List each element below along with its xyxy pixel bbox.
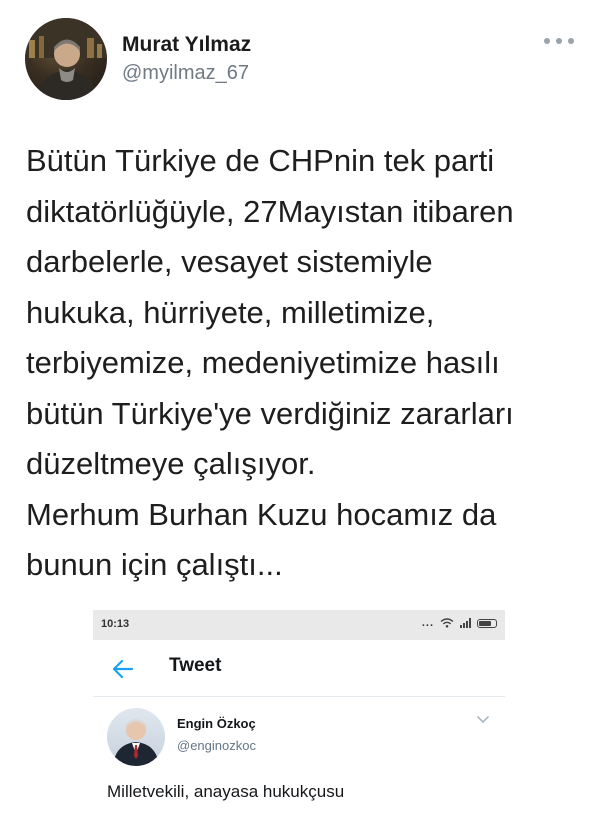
- chevron-down-icon[interactable]: [477, 716, 489, 724]
- quoted-avatar[interactable]: [107, 708, 165, 766]
- tweet-text-line: hukuka, hürriyete, milletimize,: [26, 294, 435, 330]
- dot: [544, 38, 550, 44]
- author-handle[interactable]: @myilmaz_67: [122, 62, 249, 85]
- quoted-photo-icon: [113, 719, 159, 766]
- author-avatar[interactable]: [25, 18, 107, 100]
- status-icons: ...: [422, 617, 497, 629]
- tweet-text-line: bunun için çalıştı...: [26, 547, 283, 582]
- signal-bar: [460, 625, 462, 628]
- status-time: 10:13: [101, 618, 130, 630]
- tweet-card: Murat Yılmaz @myilmaz_67 Bütün Türkiye d…: [0, 0, 600, 822]
- quoted-author-handle[interactable]: @enginozkoc: [177, 738, 256, 753]
- tweet-text: Bütün Türkiye de CHPnin tek parti diktat…: [26, 136, 586, 591]
- tweet-text-line: bütün Türkiye'ye verdiğiniz zararları: [26, 395, 514, 431]
- tweet-text-line: terbiyemize, medeniyetimize hasılı: [26, 345, 500, 380]
- tweet-text-line: Bütün Türkiye de CHPnin tek parti: [26, 143, 495, 178]
- author-name[interactable]: Murat Yılmaz: [122, 33, 251, 57]
- quoted-tweet-text: Milletvekili, anayasa hukukçusu: [107, 782, 345, 801]
- signal-icon: [460, 618, 471, 628]
- back-arrow-icon[interactable]: [111, 658, 135, 680]
- tweet-text-line: darbelerle, vesayet sistemiyle: [26, 244, 433, 279]
- signal-bar: [463, 623, 465, 628]
- battery-icon: [477, 618, 497, 628]
- status-dots: ...: [421, 617, 434, 629]
- signal-bar: [469, 618, 471, 628]
- embedded-screenshot[interactable]: 10:13 ... Tweet Engin Özkoç @enginozkoc …: [93, 610, 505, 822]
- signal-bar: [466, 621, 468, 628]
- tweet-text-line: düzeltmeye çalışıyor.: [26, 446, 316, 481]
- author-photo-icon: [25, 18, 107, 100]
- quoted-author-name[interactable]: Engin Özkoç: [177, 716, 256, 731]
- dot: [556, 38, 562, 44]
- tweet-text-line: diktatörlüğüyle, 27Mayıstan itibaren: [26, 193, 514, 229]
- wifi-icon: [440, 618, 454, 628]
- page-title: Tweet: [169, 655, 222, 676]
- tweet-text-line: Merhum Burhan Kuzu hocamız da: [26, 496, 497, 532]
- status-bar: 10:13 ...: [93, 610, 505, 640]
- tweet-nav-bar: Tweet: [93, 646, 505, 697]
- more-options-icon[interactable]: [544, 34, 574, 48]
- dot: [568, 38, 574, 44]
